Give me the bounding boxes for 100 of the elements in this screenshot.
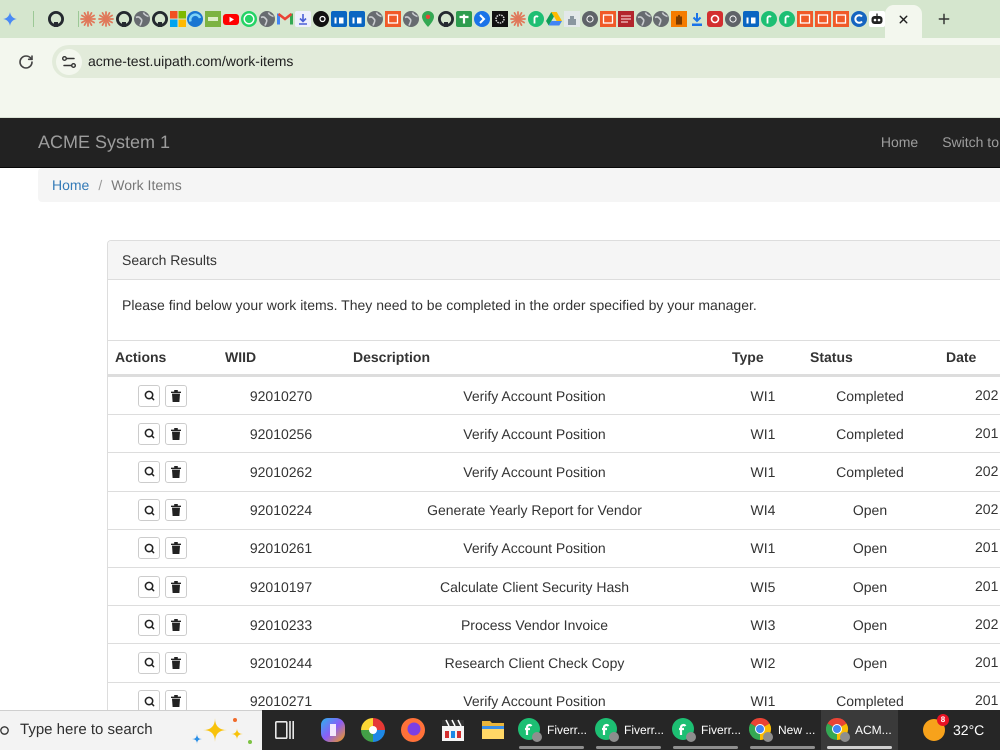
search-icon	[144, 581, 154, 592]
tile-icon	[743, 11, 760, 27]
breadcrumb-separator: /	[98, 176, 102, 194]
search-bar[interactable]: Type here to search	[0, 710, 262, 750]
pinwheel-icon[interactable]	[361, 718, 385, 742]
delete-button[interactable]	[165, 614, 187, 636]
table-cell: Open	[852, 540, 888, 556]
trash-icon	[171, 390, 181, 402]
table-cell: Verify Account Position	[463, 388, 606, 404]
taskbar-app[interactable]: New ...	[744, 710, 821, 750]
close-icon[interactable]	[897, 12, 910, 26]
table-cell: 92010262	[250, 464, 312, 480]
delete-button[interactable]	[165, 384, 187, 407]
globe-icon	[366, 11, 383, 27]
search-input[interactable]: Type here to search	[20, 719, 185, 742]
breadcrumb-link[interactable]: Home	[52, 174, 90, 196]
grid-icon	[170, 11, 186, 27]
delete-button[interactable]	[165, 460, 187, 483]
table-cell: 92010244	[250, 654, 312, 671]
tile-icon	[618, 11, 634, 27]
table-cell: 201	[975, 692, 998, 708]
fox-browser-icon[interactable]	[401, 718, 425, 742]
search-icon	[144, 542, 154, 554]
taskbar-app[interactable]: Fiverr...	[590, 710, 667, 750]
table-cell: WI1	[750, 693, 776, 710]
trash-icon	[171, 428, 181, 440]
folder-icon[interactable]	[482, 721, 504, 739]
search-icon	[144, 390, 154, 402]
search-icon	[144, 428, 154, 440]
trash-icon	[171, 504, 181, 516]
view-button[interactable]	[138, 614, 160, 636]
table-cell: Verify Account Position	[463, 693, 606, 710]
view-button[interactable]	[138, 537, 160, 560]
table-cell: 92010233	[250, 616, 312, 633]
intro-text: Please find below your work items. They need to be completed in the order specified by your manager.	[122, 296, 758, 315]
taskbar-app[interactable]: ACM...	[821, 710, 898, 750]
delete-button[interactable]	[165, 422, 187, 445]
table-cell: WI2	[750, 654, 776, 671]
nav-link[interactable]: Home	[880, 132, 918, 153]
tile-icon	[205, 11, 222, 27]
table-cell: 202	[975, 616, 998, 632]
delete-button[interactable]	[165, 576, 187, 598]
task-view-icon[interactable]	[274, 721, 294, 739]
tile-icon	[832, 11, 849, 27]
delete-button[interactable]	[165, 499, 187, 522]
view-button[interactable]	[138, 460, 160, 483]
reload-icon[interactable]	[18, 54, 34, 70]
globe-icon	[402, 11, 419, 27]
column-header: Type	[732, 348, 764, 364]
view-button[interactable]	[138, 499, 160, 522]
tile-icon	[600, 11, 616, 27]
tile-icon	[330, 11, 347, 27]
clapperboard-icon[interactable]	[442, 719, 464, 741]
column-header: Status	[810, 348, 853, 364]
browser-icon	[749, 718, 773, 742]
new-tab-icon[interactable]	[936, 11, 952, 27]
view-button[interactable]	[138, 690, 160, 710]
map-pin-icon	[422, 11, 434, 27]
play-icon	[223, 14, 240, 24]
breadcrumb-current: Work Items	[111, 176, 182, 194]
sparkle-icon	[191, 716, 253, 744]
search-icon	[0, 726, 9, 735]
column-header: Date	[946, 348, 976, 364]
brand-title[interactable]: ACME System 1	[38, 129, 170, 156]
view-button[interactable]	[138, 652, 160, 674]
table-cell: 201	[975, 539, 998, 556]
delete-button[interactable]	[165, 652, 187, 674]
table-cell: Verify Account Position	[463, 464, 606, 480]
trash-icon	[171, 542, 181, 554]
url-input[interactable]: acme-test.uipath.com/work-items	[88, 51, 1000, 72]
nav-link[interactable]: Switch to	[942, 132, 999, 153]
emblem-icon	[564, 11, 580, 27]
site-settings-icon[interactable]	[56, 48, 82, 74]
table-cell: 92010256	[250, 426, 312, 442]
circle-icon	[850, 11, 867, 27]
table-cell: 92010271	[250, 693, 312, 710]
ring-icon	[152, 11, 168, 27]
view-button[interactable]	[138, 576, 160, 598]
table-cell: 201	[975, 424, 998, 441]
taskbar-app[interactable]: Fiverr...	[513, 710, 590, 750]
taskbar-app[interactable]: Fiverr...	[667, 710, 744, 750]
ring-icon	[116, 11, 132, 27]
view-button[interactable]	[138, 384, 160, 407]
column-header: Description	[353, 348, 430, 364]
table-cell: WI1	[750, 388, 776, 404]
table-cell: Calculate Client Security Hash	[440, 578, 630, 595]
delete-button[interactable]	[165, 690, 187, 710]
table-cell: Open	[852, 578, 888, 595]
table-cell: 202	[975, 501, 998, 518]
trash-icon	[171, 580, 181, 593]
address-bar[interactable]: acme-test.uipath.com/work-items	[52, 45, 1000, 78]
delete-button[interactable]	[165, 537, 187, 560]
sparkle-icon	[3, 12, 17, 26]
search-icon	[144, 466, 154, 478]
table-cell: Generate Yearly Report for Vendor	[427, 502, 642, 518]
view-button[interactable]	[138, 422, 160, 445]
assistant-icon[interactable]	[321, 718, 345, 742]
panel-title: Search Results	[122, 250, 217, 270]
table-cell: WI4	[750, 502, 776, 518]
trash-icon	[171, 618, 181, 631]
